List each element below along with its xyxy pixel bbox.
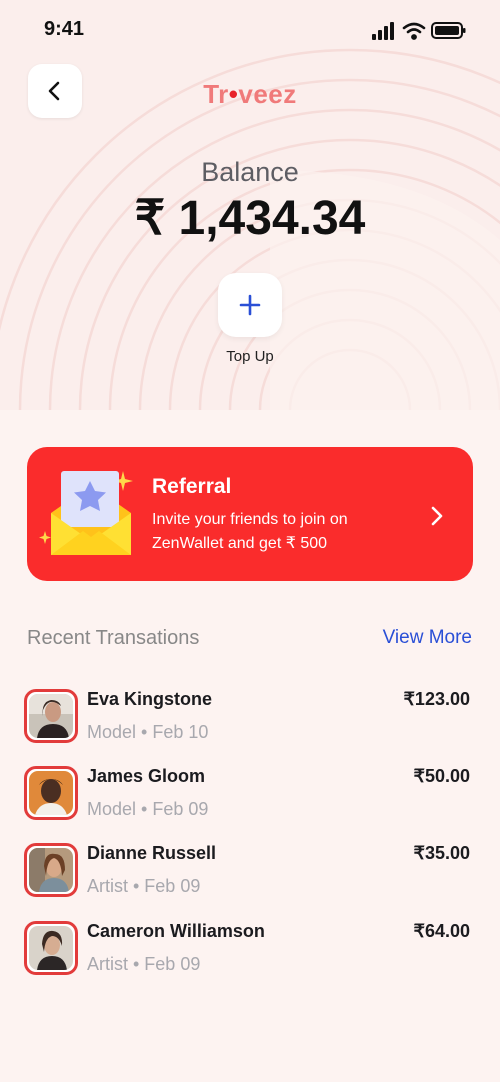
wifi-icon	[402, 22, 426, 40]
transaction-row[interactable]: Dianne Russell Artist • Feb 09 ₹35.00	[24, 843, 472, 899]
transaction-meta: Artist • Feb 09	[87, 876, 201, 896]
top-up-label: Top Up	[226, 348, 274, 365]
transaction-amount: ₹64.00	[413, 921, 471, 941]
balance-label: Balance	[201, 157, 299, 187]
transaction-name: Eva Kingstone	[87, 689, 213, 709]
avatar	[24, 843, 78, 897]
transaction-name: James Gloom	[87, 766, 206, 786]
referral-card[interactable]: Referral Invite your friends to join on …	[27, 447, 473, 581]
transaction-amount: ₹50.00	[413, 766, 471, 786]
top-up-button[interactable]	[218, 273, 282, 337]
transaction-meta: Artist • Feb 09	[87, 954, 201, 974]
envelope-star-icon	[39, 471, 133, 555]
transaction-name: Cameron Williamson	[87, 921, 265, 941]
avatar	[24, 921, 78, 975]
app-logo: Tr•veez	[0, 79, 500, 110]
view-more-link[interactable]: View More	[383, 627, 472, 649]
transaction-row[interactable]: James Gloom Model • Feb 09 ₹50.00	[24, 766, 472, 822]
transaction-amount: ₹123.00	[403, 689, 470, 709]
referral-description: Invite your friends to join on ZenWallet…	[152, 511, 348, 552]
avatar-photo	[29, 848, 73, 892]
transaction-meta: Model • Feb 09	[87, 799, 209, 819]
logo-dot: •	[228, 79, 239, 109]
chevron-right-icon	[431, 506, 443, 526]
battery-icon	[431, 22, 466, 39]
avatar	[24, 766, 78, 820]
transaction-row[interactable]: Eva Kingstone Model • Feb 10 ₹123.00	[24, 689, 472, 745]
referral-title: Referral	[152, 475, 232, 498]
transaction-amount: ₹35.00	[413, 843, 471, 863]
status-time: 9:41	[44, 18, 85, 40]
signal-icon	[372, 22, 394, 40]
transaction-meta: Model • Feb 10	[87, 722, 209, 742]
avatar	[24, 689, 78, 743]
transaction-name: Dianne Russell	[87, 843, 217, 863]
transaction-row[interactable]: Cameron Williamson Artist • Feb 09 ₹64.0…	[24, 921, 472, 977]
plus-icon	[239, 294, 261, 316]
balance-amount: ₹ 1,434.34	[134, 192, 366, 245]
avatar-photo	[29, 926, 73, 970]
avatar-photo	[29, 694, 73, 738]
logo-text: Tr•veez	[203, 79, 297, 109]
recent-transactions-title: Recent Transations	[27, 627, 200, 649]
status-bar: 9:41	[0, 0, 500, 60]
avatar-photo	[29, 771, 73, 815]
status-icons	[372, 22, 466, 40]
